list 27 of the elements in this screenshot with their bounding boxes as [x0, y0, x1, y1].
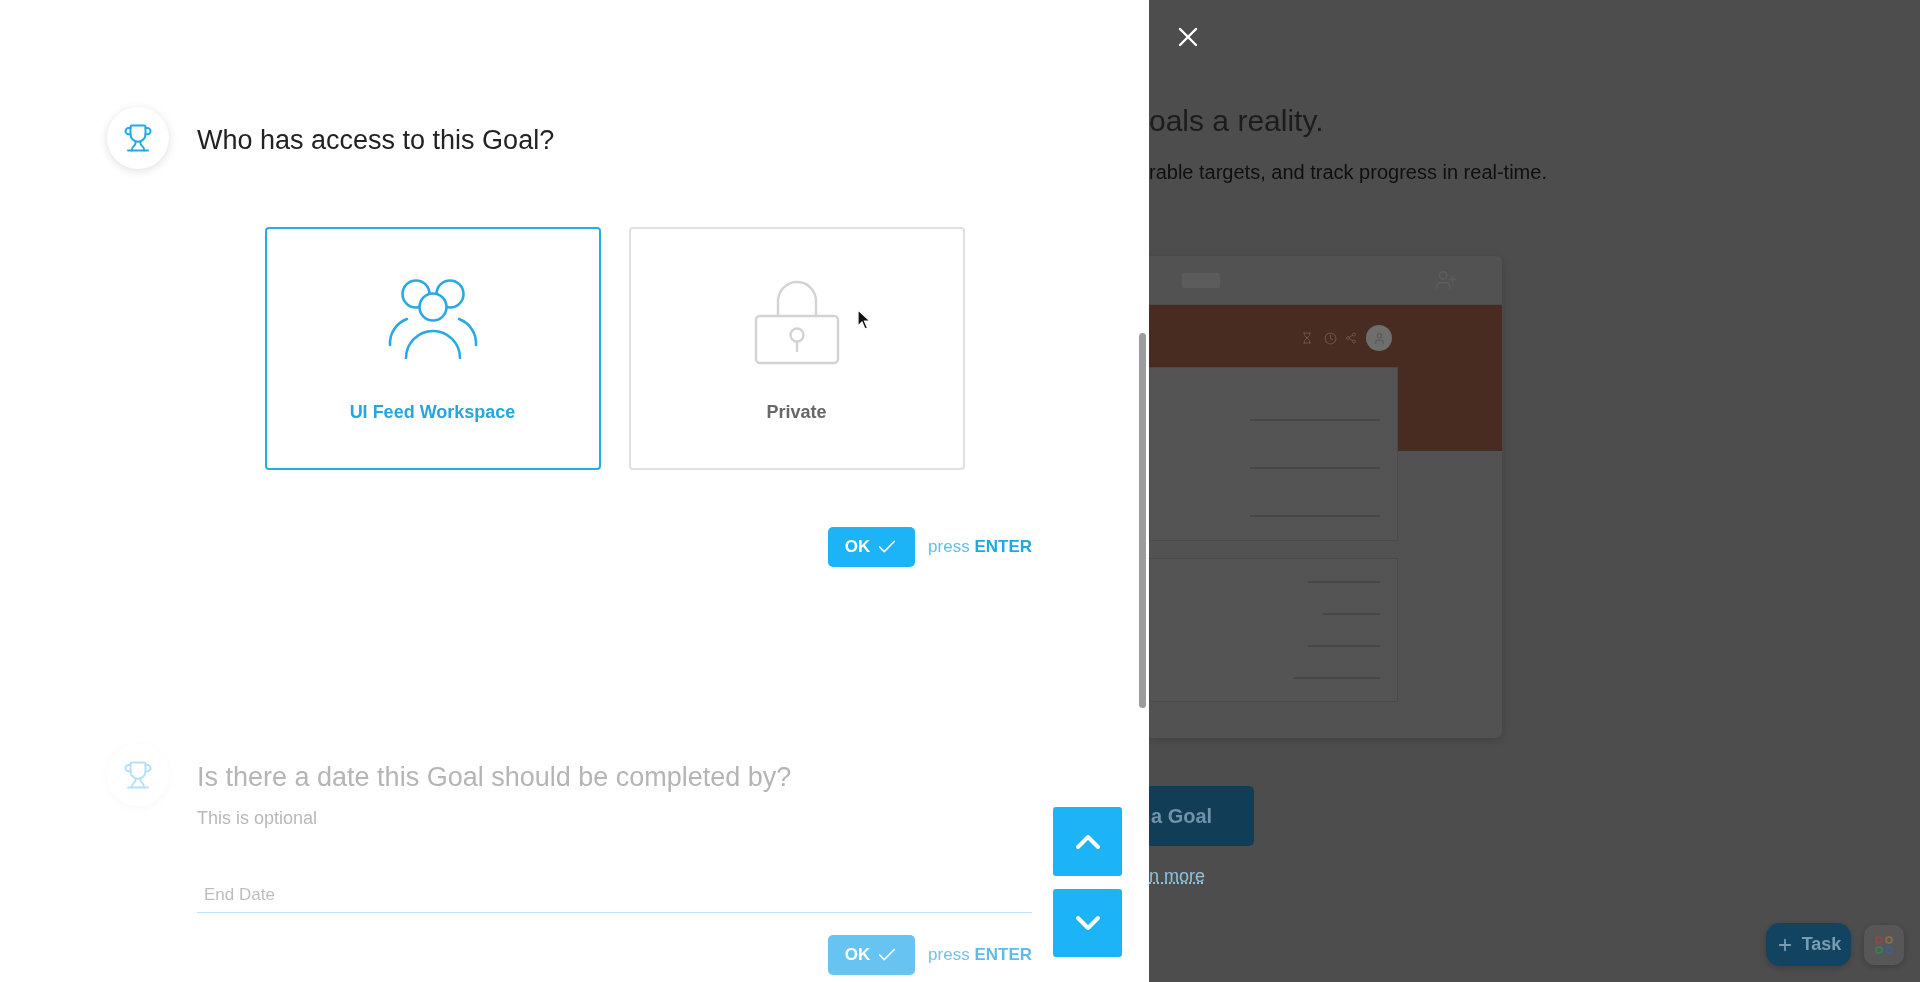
share-icon — [1345, 332, 1357, 344]
task-button[interactable]: Task — [1766, 923, 1851, 966]
dots-grid-icon — [1875, 936, 1893, 954]
keyboard-hint: press ENTER — [928, 944, 1032, 967]
ok-button[interactable]: OK — [828, 527, 916, 567]
padlock-icon — [753, 279, 840, 365]
hourglass-icon — [1301, 331, 1313, 345]
apps-button[interactable] — [1864, 925, 1904, 965]
people-group-icon — [387, 279, 478, 359]
question-title: Who has access to this Goal? — [197, 124, 556, 157]
next-question-button[interactable] — [1053, 889, 1122, 957]
scrollbar-thumb[interactable] — [1139, 333, 1146, 708]
question-subtitle: This is optional — [197, 807, 319, 829]
ok-button[interactable]: OK — [828, 935, 916, 975]
page-subheading: rable targets, and track progress in real-time. — [1149, 160, 1547, 184]
date-input-field[interactable]: End Date — [197, 877, 1032, 913]
clock-icon — [1324, 331, 1337, 345]
previous-question-button[interactable] — [1053, 807, 1122, 876]
option-card[interactable]: UI Feed Workspace — [264, 227, 601, 470]
primary-button[interactable]: a Goal — [1149, 786, 1254, 846]
option-card[interactable]: Private — [628, 227, 965, 470]
keyboard-hint: press ENTER — [928, 536, 1032, 559]
question-title: Is there a date this Goal should be completed by? — [197, 761, 793, 794]
trophy-icon — [107, 107, 169, 169]
avatar-icon — [1366, 325, 1392, 351]
learn-more-link[interactable]: n more — [1149, 865, 1206, 887]
mouse-cursor-icon — [857, 309, 871, 331]
